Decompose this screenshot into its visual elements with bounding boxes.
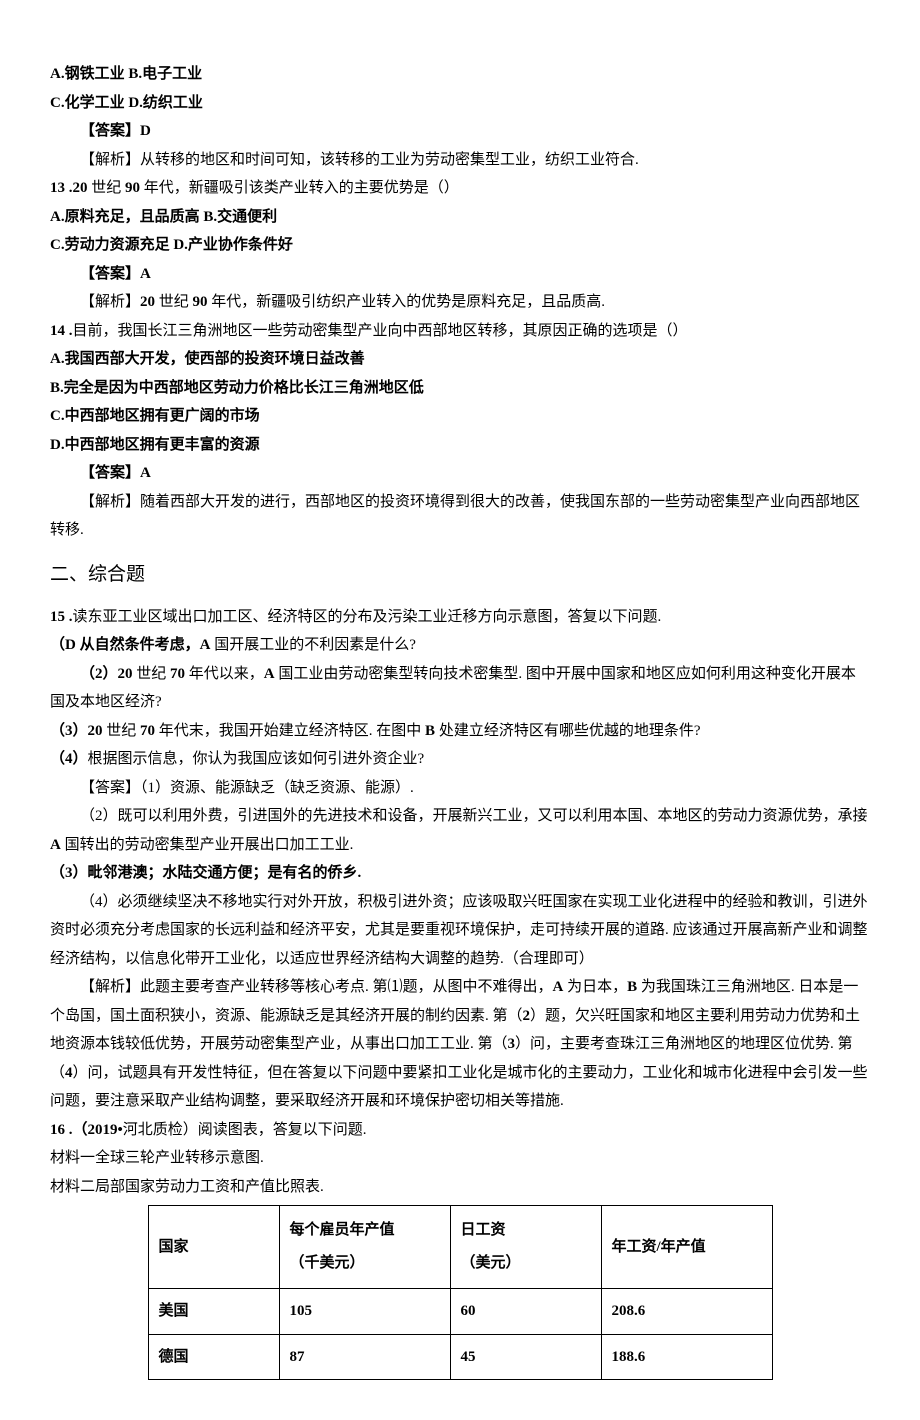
cell-wage: 45 (450, 1334, 601, 1380)
sub-question: （2）20 (80, 666, 133, 682)
question-text: 河北质检）阅读图表，答复以下问题. (123, 1122, 367, 1138)
sub-question: （3）20 (50, 723, 103, 739)
text: 世纪 (133, 666, 171, 682)
text: A (553, 979, 564, 995)
text: 处建立经济特区有哪些优越的地理条件? (435, 723, 700, 739)
text: （千美元） (290, 1255, 365, 1271)
text: B (627, 979, 637, 995)
sub-question: （4） (50, 751, 88, 767)
cell-ratio: 208.6 (601, 1289, 772, 1335)
answer: 【答案】D (80, 123, 151, 139)
section-heading: 二、综合题 (50, 557, 870, 593)
text: 根据图示信息，你认为我国应该如何引进外资企业? (88, 751, 425, 767)
text: 为日本， (563, 979, 627, 995)
text: 年代末，我国开始建立经济特区. 在图中 (155, 723, 425, 739)
question-number: 14 . (50, 323, 73, 339)
text: 世纪 (88, 180, 126, 196)
text: A (200, 637, 211, 653)
text: 70 (140, 723, 155, 739)
text: 年代，新疆吸引纺织产业转入的优势是原料充足，且品质高. (208, 294, 606, 310)
material-2: 材料二局部国家劳动力工资和产值比照表. (50, 1179, 324, 1195)
text: 国开展工业的不利因素是什么? (210, 637, 415, 653)
option-line: C.化学工业 D.纺织工业 (50, 95, 203, 111)
explanation: 【解析】从转移的地区和时间可知，该转移的工业为劳动密集型工业，纺织工业符合. (80, 152, 639, 168)
material-1: 材料一全球三轮产业转移示意图. (50, 1150, 264, 1166)
th-wage: 日工资 （美元） (450, 1206, 601, 1289)
text: ）问，试题具有开发性特征，但在答复以下问题中要紧扣工业化是城市化的主要动力，工业… (50, 1065, 868, 1110)
text: A (50, 837, 61, 853)
text: 3 (508, 1036, 516, 1052)
text: 日工资 (461, 1222, 506, 1238)
text: 90 (125, 180, 140, 196)
option-a: A.我国西部大开发，使西部的投资环境日益改善 (50, 351, 365, 367)
option-line: A.钢铁工业 B.电子工业 (50, 66, 202, 82)
text: 90 (193, 294, 208, 310)
text: 国转出的劳动密集型产业开展出口加工工业. (61, 837, 354, 853)
question-text: 读东亚工业区域出口加工区、经济特区的分布及污染工业迁移方向示意图，答复以下问题. (73, 609, 662, 625)
text: 年代以来， (185, 666, 264, 682)
text: 20 (140, 294, 155, 310)
text: B (425, 723, 435, 739)
th-output: 每个雇员年产值 （千美元） (279, 1206, 450, 1289)
answer: 【答案】A (80, 465, 151, 481)
table-header-row: 国家 每个雇员年产值 （千美元） 日工资 （美元） 年工资/年产值 (148, 1206, 772, 1289)
answer-text: 【答案】（1）资源、能源缺乏（缺乏资源、能源）. (80, 780, 414, 796)
th-ratio: 年工资/年产值 (601, 1206, 772, 1289)
th-country: 国家 (148, 1206, 279, 1289)
option-d: D.中西部地区拥有更丰富的资源 (50, 437, 260, 453)
question-text: 目前，我国长江三角洲地区一些劳动密集型产业向中西部地区转移，其原因正确的选项是（… (73, 323, 688, 339)
explanation: 【解析】随着西部大开发的进行，西部地区的投资环境得到很大的改善，使我国东部的一些… (50, 494, 860, 539)
option-b: B.完全是因为中西部地区劳动力价格比长江三角洲地区低 (50, 380, 424, 396)
question-number: 13 .20 (50, 180, 88, 196)
cell-country: 美国 (148, 1289, 279, 1335)
option-line: C.劳动力资源充足 D.产业协作条件好 (50, 237, 293, 253)
table-row: 德国 87 45 188.6 (148, 1334, 772, 1380)
cell-wage: 60 (450, 1289, 601, 1335)
explanation: 【解析】此题主要考查产业转移等核心考点. 第⑴题，从图中不难得出， (80, 979, 553, 995)
question-number: 15 . (50, 609, 73, 625)
cell-output: 105 (279, 1289, 450, 1335)
option-c: C.中西部地区拥有更广阔的市场 (50, 408, 260, 424)
text: 每个雇员年产值 (290, 1222, 395, 1238)
question-number: 16 .（2019• (50, 1122, 123, 1138)
cell-country: 德国 (148, 1334, 279, 1380)
option-line: A.原料充足，且品质高 B.交通便利 (50, 209, 277, 225)
text: 2 (523, 1008, 531, 1024)
table-row: 美国 105 60 208.6 (148, 1289, 772, 1335)
cell-output: 87 (279, 1334, 450, 1380)
text: 4 (65, 1065, 73, 1081)
explanation-label: 【解析】 (80, 294, 140, 310)
answer-text: （3）毗邻港澳；水陆交通方便；是有名的侨乡. (50, 865, 361, 881)
text: 世纪 (155, 294, 193, 310)
text: A (264, 666, 275, 682)
sub-question: （D 从自然条件考虑， (50, 637, 200, 653)
answer-text: （4）必须继续坚决不移地实行对外开放，积极引进外资；应该吸取兴旺国家在实现工业化… (50, 894, 868, 967)
answer: 【答案】A (80, 266, 151, 282)
text: （美元） (461, 1255, 521, 1271)
text: 世纪 (103, 723, 141, 739)
comparison-table: 国家 每个雇员年产值 （千美元） 日工资 （美元） 年工资/年产值 美国 105… (148, 1205, 773, 1380)
cell-ratio: 188.6 (601, 1334, 772, 1380)
answer-text: （2）既可以利用外费，引进国外的先进技术和设备，开展新兴工业，又可以利用本国、本… (80, 808, 868, 824)
text: 70 (170, 666, 185, 682)
question-text: 年代，新疆吸引该类产业转入的主要优势是（） (140, 180, 459, 196)
